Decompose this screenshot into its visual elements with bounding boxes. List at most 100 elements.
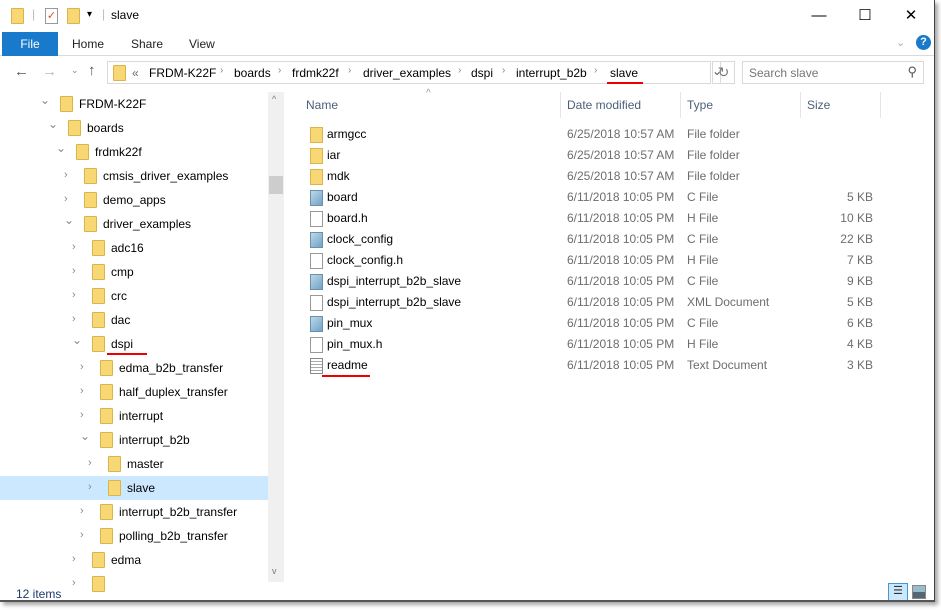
chevron-right-icon[interactable]: › xyxy=(458,65,461,76)
tree-item[interactable]: › dac xyxy=(0,308,268,332)
tree-item[interactable]: › edma_b2b_transfer xyxy=(0,356,268,380)
chevron-right-icon[interactable]: › xyxy=(80,409,84,421)
column-size[interactable]: Size xyxy=(807,98,830,112)
customize-toolbar-icon[interactable]: ▾ xyxy=(87,9,92,20)
chevron-right-icon[interactable]: › xyxy=(64,193,68,205)
tree-item[interactable]: › interrupt_b2b_transfer xyxy=(0,500,268,524)
tree-item[interactable]: › cmsis_driver_examples xyxy=(0,164,268,188)
file-row[interactable]: readme 6/11/2018 10:05 PM Text Document 3 K… xyxy=(290,355,910,377)
crumb-slave[interactable]: slave xyxy=(610,66,638,80)
chevron-down-icon[interactable]: ⌄ xyxy=(40,93,50,107)
scroll-down-icon[interactable]: v xyxy=(272,566,277,576)
overflow-crumb[interactable]: « xyxy=(132,66,139,80)
up-icon[interactable]: ↑ xyxy=(88,62,96,79)
file-row[interactable]: board 6/11/2018 10:05 PM C File 5 KB xyxy=(290,187,910,208)
tree-item[interactable]: › master xyxy=(0,452,268,476)
scroll-thumb[interactable] xyxy=(269,176,283,194)
close-button[interactable]: ✕ xyxy=(888,0,934,30)
new-folder-icon[interactable] xyxy=(67,8,80,24)
file-row[interactable]: armgcc 6/25/2018 10:57 AM File folder xyxy=(290,124,910,145)
tree-item[interactable]: ⌄ dspi xyxy=(0,332,268,356)
column-divider[interactable] xyxy=(880,92,881,118)
crumb-dspi[interactable]: dspi xyxy=(471,66,493,80)
column-name[interactable]: Name xyxy=(306,98,338,112)
file-row[interactable]: pin_mux 6/11/2018 10:05 PM C File 6 KB xyxy=(290,313,910,334)
tree-item[interactable]: › cmp xyxy=(0,260,268,284)
chevron-right-icon[interactable]: › xyxy=(502,65,505,76)
refresh-icon[interactable]: ↻ xyxy=(712,61,735,84)
column-divider[interactable] xyxy=(560,92,561,118)
forward-icon[interactable]: → xyxy=(42,63,57,80)
file-row[interactable]: dspi_interrupt_b2b_slave 6/11/2018 10:05 … xyxy=(290,292,910,313)
nav-scrollbar[interactable]: ^ v xyxy=(268,92,284,582)
tab-share[interactable]: Share xyxy=(131,32,163,56)
recent-locations-icon[interactable]: ⌄ xyxy=(71,65,79,76)
tree-item[interactable]: › polling_b2b_transfer xyxy=(0,524,268,548)
file-row[interactable]: iar 6/25/2018 10:57 AM File folder xyxy=(290,145,910,166)
properties-icon[interactable]: ✓ xyxy=(45,8,58,24)
chevron-down-icon[interactable]: ⌄ xyxy=(72,333,82,347)
chevron-down-icon[interactable]: ⌄ xyxy=(64,213,74,227)
crumb-boards[interactable]: boards xyxy=(234,66,271,80)
chevron-right-icon[interactable]: › xyxy=(72,289,76,301)
back-icon[interactable]: ← xyxy=(14,63,29,80)
tab-view[interactable]: View xyxy=(189,32,215,56)
chevron-right-icon[interactable]: › xyxy=(72,313,76,325)
large-icons-view-icon[interactable] xyxy=(912,585,926,599)
tree-item[interactable]: › demo_apps xyxy=(0,188,268,212)
chevron-right-icon[interactable]: › xyxy=(80,505,84,517)
tree-item[interactable]: › edma xyxy=(0,548,268,572)
chevron-down-icon[interactable]: ⌄ xyxy=(80,429,90,443)
tree-item[interactable]: ⌄ frdmk22f xyxy=(0,140,268,164)
file-row[interactable]: mdk 6/25/2018 10:57 AM File folder xyxy=(290,166,910,187)
search-box[interactable]: ⚲ xyxy=(742,61,924,84)
chevron-right-icon[interactable]: › xyxy=(64,169,68,181)
chevron-right-icon[interactable]: › xyxy=(80,529,84,541)
tree-item[interactable]: › crc xyxy=(0,284,268,308)
help-icon[interactable]: ? xyxy=(916,35,931,50)
file-row[interactable]: board.h 6/11/2018 10:05 PM H File 10 KB xyxy=(290,208,910,229)
minimize-button[interactable]: — xyxy=(796,0,842,30)
tab-file[interactable]: File xyxy=(2,32,58,56)
chevron-right-icon[interactable]: › xyxy=(80,385,84,397)
search-icon[interactable]: ⚲ xyxy=(907,64,917,80)
chevron-right-icon[interactable]: › xyxy=(594,65,597,76)
tree-item[interactable]: › half_duplex_transfer xyxy=(0,380,268,404)
crumb-interrupt-b2b[interactable]: interrupt_b2b xyxy=(516,66,587,80)
tab-home[interactable]: Home xyxy=(72,32,104,56)
file-row[interactable]: clock_config 6/11/2018 10:05 PM C File 22 K… xyxy=(290,229,910,250)
column-date-modified[interactable]: Date modified xyxy=(567,98,641,112)
column-divider[interactable] xyxy=(680,92,681,118)
address-bar[interactable]: « FRDM-K22F › boards › frdmk22f › driver… xyxy=(107,61,722,84)
chevron-right-icon[interactable]: › xyxy=(220,65,223,76)
chevron-right-icon[interactable]: › xyxy=(278,65,281,76)
column-type[interactable]: Type xyxy=(687,98,713,112)
tree-item[interactable]: › adc16 xyxy=(0,236,268,260)
crumb-driver-examples[interactable]: driver_examples xyxy=(363,66,451,80)
search-input[interactable] xyxy=(749,64,899,81)
chevron-right-icon[interactable]: › xyxy=(72,553,76,565)
tree-item[interactable]: › slave xyxy=(0,476,268,500)
chevron-right-icon[interactable]: › xyxy=(88,481,92,493)
chevron-right-icon[interactable]: › xyxy=(88,457,92,469)
maximize-button[interactable]: ☐ xyxy=(842,0,888,30)
chevron-right-icon[interactable]: › xyxy=(72,265,76,277)
chevron-right-icon[interactable]: › xyxy=(72,241,76,253)
tree-item[interactable]: › interrupt xyxy=(0,404,268,428)
crumb-frdm-k22f[interactable]: FRDM-K22F xyxy=(149,66,216,80)
crumb-frdmk22f[interactable]: frdmk22f xyxy=(292,66,339,80)
file-row[interactable]: pin_mux.h 6/11/2018 10:05 PM H File 4 KB xyxy=(290,334,910,355)
chevron-right-icon[interactable]: › xyxy=(348,65,351,76)
chevron-right-icon[interactable]: › xyxy=(80,361,84,373)
tree-item[interactable]: ⌄ FRDM-K22F xyxy=(0,92,268,116)
chevron-down-icon[interactable]: ⌄ xyxy=(48,117,58,131)
chevron-down-icon[interactable]: ⌄ xyxy=(56,141,66,155)
tree-item[interactable]: ⌄ boards xyxy=(0,116,268,140)
file-row[interactable]: dspi_interrupt_b2b_slave 6/11/2018 10:05 … xyxy=(290,271,910,292)
expand-ribbon-icon[interactable]: ⌄ xyxy=(896,36,905,49)
column-divider[interactable] xyxy=(800,92,801,118)
tree-item[interactable]: ⌄ driver_examples xyxy=(0,212,268,236)
details-view-icon[interactable]: ☰ xyxy=(888,583,908,600)
chevron-right-icon[interactable]: › xyxy=(72,577,76,589)
scroll-up-icon[interactable]: ^ xyxy=(272,94,276,104)
